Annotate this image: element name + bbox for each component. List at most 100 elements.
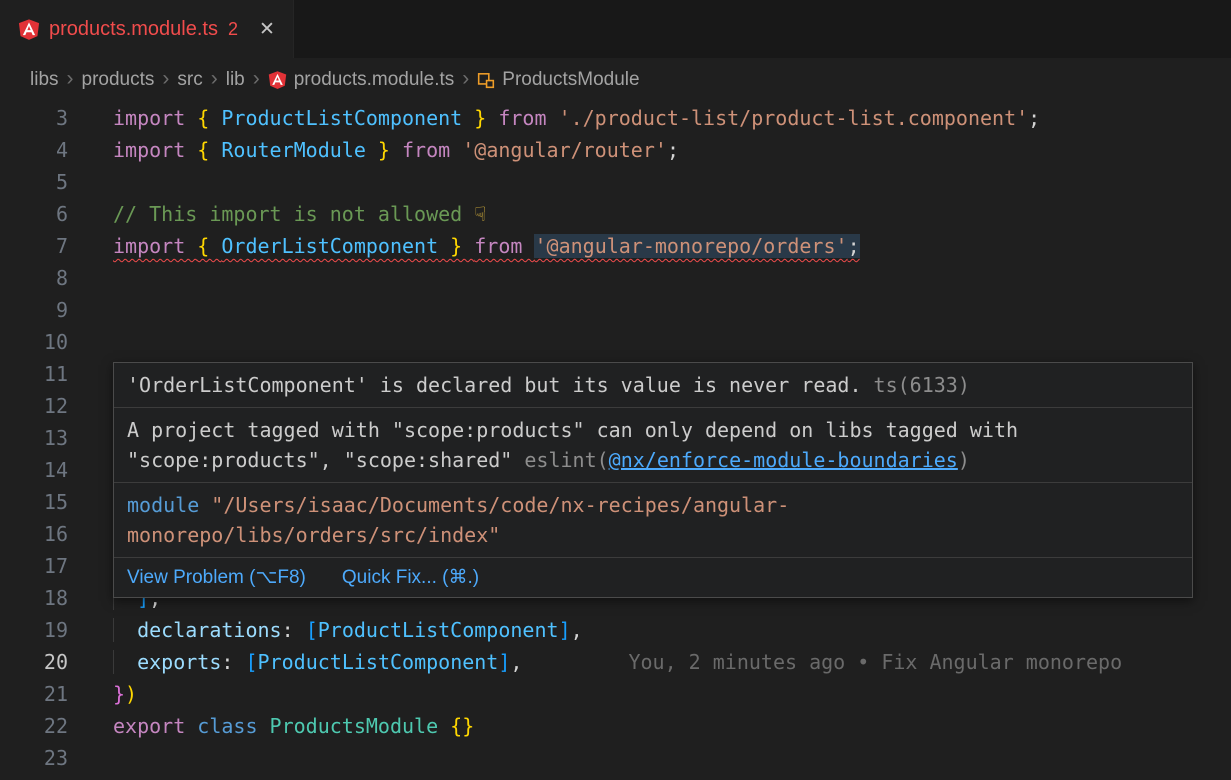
code-token: from — [402, 138, 462, 162]
line-number[interactable]: 6 — [0, 198, 68, 230]
code-token: declarations — [137, 618, 282, 642]
line-number[interactable]: 22 — [0, 710, 68, 742]
tab-problems-badge: 2 — [228, 19, 238, 40]
line-number[interactable]: 21 — [0, 678, 68, 710]
hover-section-eslint-diagnostic: A project tagged with "scope:products" c… — [114, 408, 1192, 483]
breadcrumb-item-lib[interactable]: lib — [226, 69, 245, 91]
code-token: [ — [245, 650, 257, 674]
line-content: }) — [113, 678, 137, 710]
code-token: } — [462, 106, 498, 130]
code-token: import — [113, 138, 197, 162]
code-token: RouterModule — [221, 138, 366, 162]
breadcrumb-label: ProductsModule — [502, 69, 639, 91]
line-number[interactable]: 3 — [0, 102, 68, 134]
breadcrumb-separator: › — [462, 67, 469, 91]
tab-bar: products.module.ts 2 ✕ — [0, 0, 1231, 58]
line-content: // This import is not allowed ☟ — [113, 198, 486, 230]
close-icon[interactable]: ✕ — [259, 18, 275, 40]
code-token: ; — [848, 234, 860, 258]
eslint-rule-link[interactable]: @nx/enforce-module-boundaries — [609, 448, 958, 472]
line-number[interactable]: 5 — [0, 166, 68, 198]
line-number[interactable]: 14 — [0, 454, 68, 486]
code-token: { — [197, 234, 221, 258]
breadcrumb-item-src[interactable]: src — [177, 69, 202, 91]
code-line-22[interactable]: 22 export class ProductsModule {} — [0, 710, 1231, 742]
code-line-5[interactable]: 5 — [0, 166, 1231, 198]
code-line-6[interactable]: 6 // This import is not allowed ☟ — [0, 198, 1231, 230]
code-token: ☟ — [474, 202, 486, 226]
code-line-9[interactable]: 9 — [0, 294, 1231, 326]
code-token: : — [221, 650, 245, 674]
code-line-23[interactable]: 23 — [0, 742, 1231, 774]
view-problem-action[interactable]: View Problem (⌥F8) — [127, 566, 306, 589]
code-token: } — [438, 234, 474, 258]
line-number[interactable]: 15 — [0, 486, 68, 518]
code-line-20[interactable]: 20 exports: [ProductListComponent],You, … — [0, 646, 1231, 678]
line-number[interactable]: 23 — [0, 742, 68, 774]
code-token: ProductListComponent — [221, 106, 462, 130]
code-token: { — [197, 138, 221, 162]
vscode-window: products.module.ts 2 ✕ libs › products › src… — [0, 0, 1231, 774]
code-token: class — [197, 714, 269, 738]
editor[interactable]: 3import { ProductListComponent } from '.… — [0, 102, 1231, 774]
code-line-4[interactable]: 4 import { RouterModule } from '@angular/… — [0, 134, 1231, 166]
code-token: ; — [667, 138, 679, 162]
code-token: import — [113, 106, 197, 130]
code-line-7[interactable]: 7import { OrderListComponent } from '@an… — [0, 230, 1231, 262]
line-content: exports: [ProductListComponent],You, 2 m… — [113, 646, 1122, 678]
code-token: ) — [125, 682, 137, 706]
hover-line: A project tagged with "scope:products" c… — [127, 415, 1179, 445]
line-number[interactable]: 9 — [0, 294, 68, 326]
hover-text: 'OrderListComponent' is declared but its… — [127, 373, 862, 397]
hover-text: module — [127, 493, 211, 517]
line-number[interactable]: 16 — [0, 518, 68, 550]
code-token: from — [498, 106, 558, 130]
line-number[interactable]: 17 — [0, 550, 68, 582]
breadcrumb-item-products.module.ts[interactable]: products.module.ts — [268, 69, 455, 91]
code-token: , — [571, 618, 583, 642]
code-token: : — [282, 618, 306, 642]
hover-text: A project tagged with "scope:products" c… — [127, 418, 1018, 442]
line-number[interactable]: 10 — [0, 326, 68, 358]
code-line-19[interactable]: 19 declarations: [ProductListComponent], — [0, 614, 1231, 646]
hover-widget: 'OrderListComponent' is declared but its… — [113, 362, 1193, 598]
code-line-3[interactable]: 3import { ProductListComponent } from '.… — [0, 102, 1231, 134]
line-number[interactable]: 7 — [0, 230, 68, 262]
code-token: ] — [498, 650, 510, 674]
breadcrumb-label: products.module.ts — [294, 69, 455, 91]
code-line-21[interactable]: 21}) — [0, 678, 1231, 710]
code-token — [113, 650, 137, 674]
code-line-10[interactable]: 10 — [0, 326, 1231, 358]
class-icon — [477, 71, 495, 89]
code-token: ProductsModule — [270, 714, 451, 738]
line-number[interactable]: 8 — [0, 262, 68, 294]
line-content: declarations: [ProductListComponent], — [113, 614, 583, 646]
breadcrumb-item-productsmodule[interactable]: ProductsModule — [477, 69, 639, 91]
code-token: { — [197, 106, 221, 130]
hover-text: "/Users/isaac/Documents/code/nx-recipes/… — [211, 493, 789, 517]
line-content: import { RouterModule } from '@angular/r… — [113, 134, 679, 166]
code-line-8[interactable]: 8 — [0, 262, 1231, 294]
breadcrumb-item-products[interactable]: products — [82, 69, 155, 91]
code-token: ] — [559, 618, 571, 642]
breadcrumb-separator: › — [253, 67, 260, 91]
code-token: exports — [137, 650, 221, 674]
hover-section-ts-diagnostic: 'OrderListComponent' is declared but its… — [114, 363, 1192, 408]
hover-text: "scope:products", "scope:shared" — [127, 448, 524, 472]
breadcrumb-label: libs — [30, 69, 59, 91]
breadcrumb-item-libs[interactable]: libs — [30, 69, 59, 91]
line-number[interactable]: 20 — [0, 646, 68, 678]
code-token: '@angular-monorepo/orders' — [534, 234, 847, 258]
line-number[interactable]: 4 — [0, 134, 68, 166]
line-number[interactable]: 12 — [0, 390, 68, 422]
hover-line: 'OrderListComponent' is declared but its… — [127, 370, 1179, 400]
tab-products-module[interactable]: products.module.ts 2 ✕ — [0, 0, 294, 58]
line-content: export class ProductsModule {} — [113, 710, 474, 742]
line-number[interactable]: 11 — [0, 358, 68, 390]
quick-fix-action[interactable]: Quick Fix... (⌘.) — [342, 566, 479, 589]
hover-text: ts(6133) — [862, 373, 970, 397]
line-number[interactable]: 13 — [0, 422, 68, 454]
line-number[interactable]: 19 — [0, 614, 68, 646]
line-number[interactable]: 18 — [0, 582, 68, 614]
hover-actions: View Problem (⌥F8) Quick Fix... (⌘.) — [114, 558, 1192, 597]
